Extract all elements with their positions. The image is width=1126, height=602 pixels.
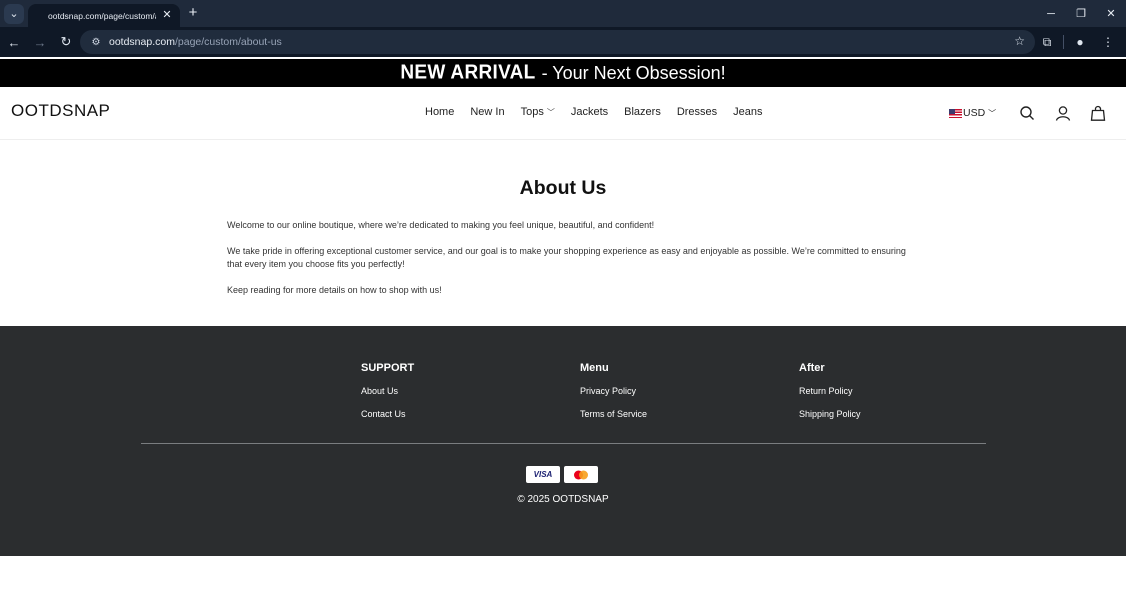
page-bottom [0, 556, 1126, 602]
footer-heading: After [799, 362, 825, 374]
nav-dresses[interactable]: Dresses [677, 106, 717, 118]
tab-search-button[interactable]: ⌄ [4, 3, 24, 24]
about-paragraph: Keep reading for more details on how to … [227, 285, 442, 295]
browser-menu-icon[interactable]: ⋮ [1096, 30, 1120, 54]
footer-link-contact-us[interactable]: Contact Us [361, 409, 414, 419]
page-title: About Us [519, 177, 607, 199]
back-button[interactable]: ← [2, 30, 26, 54]
nav-jeans[interactable]: Jeans [733, 106, 762, 118]
footer-divider [141, 443, 986, 444]
footer-column-after: After Return Policy Shipping Policy [799, 362, 861, 432]
new-tab-button[interactable]: + [186, 4, 200, 21]
about-paragraph: We take pride in offering exceptional cu… [227, 246, 906, 269]
browser-tab-active[interactable]: ootdsnap.com/page/custom/about-us ✕ [28, 4, 180, 27]
site-header: OOTDSNAP Home New In Tops ﹀ Jackets Blaze… [0, 87, 1126, 140]
shopping-bag-icon[interactable] [1090, 105, 1106, 121]
nav-tops-label: Tops [520, 106, 544, 118]
window-controls: ─ ❐ ✕ [1036, 0, 1126, 27]
forward-button[interactable]: → [28, 30, 52, 54]
nav-new-in[interactable]: New In [470, 106, 504, 118]
address-bar[interactable]: ⚙ ootdsnap.com/page/custom/about-us ☆ [80, 30, 1035, 54]
site-logo[interactable]: OOTDSNAP [11, 101, 110, 121]
footer-link-return-policy[interactable]: Return Policy [799, 386, 861, 396]
footer-link-terms-of-service[interactable]: Terms of Service [580, 409, 647, 419]
profile-icon[interactable]: ● [1068, 30, 1092, 54]
nav-home[interactable]: Home [425, 106, 454, 118]
bookmark-star-icon[interactable]: ☆ [1014, 34, 1025, 48]
visa-icon: VISA [526, 466, 560, 483]
announcement-bold: NEW ARRIVAL [400, 61, 536, 84]
main-content: About Us Welcome to our online boutique,… [0, 140, 1126, 326]
url-path: /page/custom/about-us [174, 36, 282, 48]
minimize-icon[interactable]: ─ [1036, 0, 1066, 27]
footer-link-privacy-policy[interactable]: Privacy Policy [580, 386, 647, 396]
url-text[interactable]: ootdsnap.com/page/custom/about-us [109, 36, 282, 48]
close-tab-icon[interactable]: ✕ [160, 8, 174, 21]
footer-heading: SUPPORT [361, 362, 415, 374]
visa-label: VISA [533, 470, 553, 479]
url-domain: ootdsnap.com [109, 36, 175, 48]
browser-tabstrip: ⌄ ootdsnap.com/page/custom/about-us ✕ + … [0, 0, 1126, 27]
nav-blazers[interactable]: Blazers [624, 106, 661, 118]
copyright-text: © 2025 OOTDSNAP [517, 494, 609, 505]
toolbar-actions: ⧉ ● ⋮ [1035, 30, 1120, 54]
reload-button[interactable]: ↻ [54, 30, 78, 54]
mastercard-icon [564, 466, 598, 483]
payment-methods: VISA [526, 466, 598, 483]
chevron-down-icon: ﹀ [546, 108, 555, 117]
us-flag-icon [949, 108, 962, 118]
footer-column-menu: Menu Privacy Policy Terms of Service [580, 362, 647, 432]
toolbar-divider [1063, 35, 1064, 49]
site-info-icon[interactable]: ⚙ [85, 37, 107, 48]
announcement-bar[interactable]: NEW ARRIVAL - Your Next Obsession! [0, 59, 1126, 87]
extensions-icon[interactable]: ⧉ [1035, 30, 1059, 54]
announcement-text: - Your Next Obsession! [541, 62, 726, 83]
site-footer: SUPPORT About Us Contact Us Menu Privacy… [0, 326, 1126, 556]
search-icon[interactable] [1019, 105, 1035, 121]
footer-heading: Menu [580, 362, 609, 374]
footer-link-shipping-policy[interactable]: Shipping Policy [799, 409, 861, 419]
chevron-down-icon: ⌄ [9, 8, 19, 20]
currency-selector[interactable]: USD ﹀ [949, 107, 999, 119]
about-paragraph: Welcome to our online boutique, where we… [227, 220, 655, 230]
mastercard-logo [574, 470, 588, 479]
tab-title: ootdsnap.com/page/custom/about-us [48, 10, 156, 21]
currency-label: USD [963, 107, 986, 119]
footer-column-support: SUPPORT About Us Contact Us [361, 362, 414, 432]
chevron-down-icon: ﹀ [988, 108, 997, 118]
footer-link-about-us[interactable]: About Us [361, 386, 414, 396]
about-content: Welcome to our online boutique, where we… [227, 219, 917, 310]
main-nav: Home New In Tops ﹀ Jackets Blazers Dresse… [425, 106, 763, 118]
browser-toolbar: ← → ↻ ⚙ ootdsnap.com/page/custom/about-u… [0, 27, 1126, 57]
nav-jackets[interactable]: Jackets [571, 106, 608, 118]
restore-icon[interactable]: ❐ [1066, 0, 1096, 27]
close-window-icon[interactable]: ✕ [1096, 0, 1126, 27]
user-icon[interactable] [1055, 105, 1071, 121]
nav-tops[interactable]: Tops ﹀ [521, 106, 555, 118]
